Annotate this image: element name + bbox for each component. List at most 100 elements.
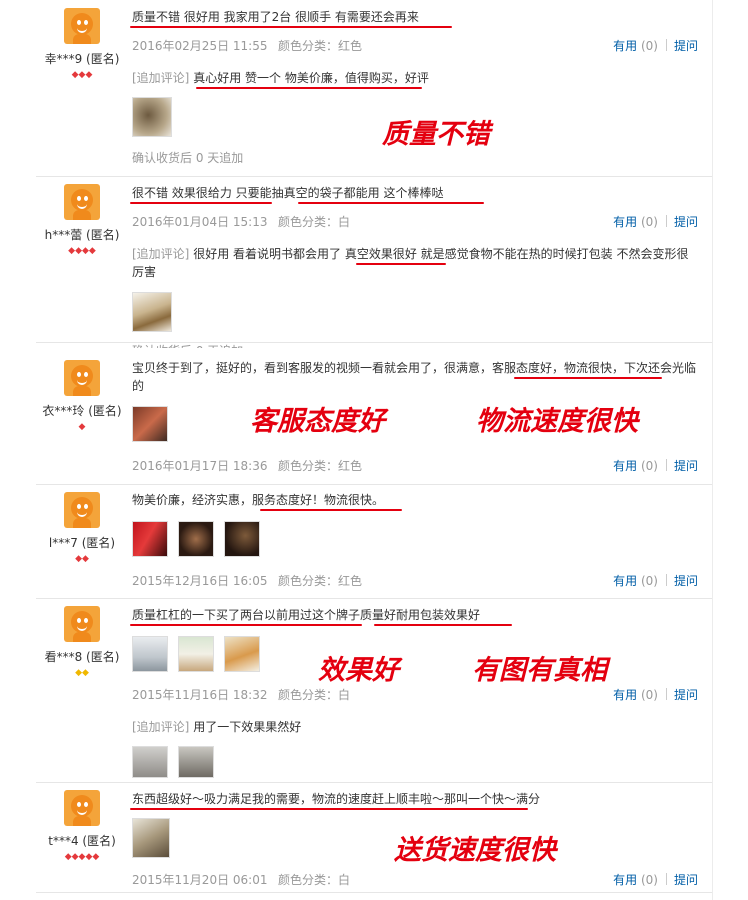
highlight-underline [260, 509, 402, 511]
avatar[interactable] [64, 8, 100, 44]
review-actions: 有用 (0) 提问 [613, 457, 698, 474]
annotation-label: 送货速度很快 [394, 835, 556, 866]
review-text: 很不错 效果很给力 只要能抽真空的袋子都能用 这个棒棒哒 [132, 186, 444, 200]
useful-button[interactable]: 有用 [613, 873, 637, 887]
color-variant: 颜色分类：红色 [278, 574, 363, 588]
review-meta: 2016年01月17日 18:36 颜色分类：红色 [132, 457, 362, 474]
useful-button[interactable]: 有用 [613, 574, 637, 588]
photo-list [132, 292, 182, 332]
highlight-underline [130, 808, 528, 810]
highlight-underline [356, 263, 446, 265]
append-label: [追加评论] [132, 71, 190, 85]
reply-button[interactable]: 提问 [674, 688, 698, 702]
photo-list [132, 97, 182, 137]
rank-icon: ◆◆ [75, 668, 89, 678]
useful-count: (0) [640, 215, 658, 229]
review-photo[interactable] [132, 521, 168, 557]
review-item: 看***8 (匿名) ◆◆ 质量杠杠的一下买了两台以前用过这个牌子质量好耐用包装… [36, 598, 712, 783]
review-photo[interactable] [178, 636, 214, 672]
photo-list [132, 746, 224, 778]
append-text: 真心好用 赞一个 物美价廉，值得购买，好评 [193, 71, 429, 85]
review-photo[interactable] [224, 636, 260, 672]
append-label: [追加评论] [132, 247, 190, 261]
review-date: 2016年01月17日 18:36 [132, 459, 268, 473]
color-variant: 颜色分类：白 [278, 215, 351, 229]
reviewer-info: t***4 (匿名) ◆◆◆◆◆ [36, 790, 128, 862]
review-date: 2016年02月25日 11:55 [132, 39, 268, 53]
reply-button[interactable]: 提问 [674, 574, 698, 588]
review-actions: 有用 (0) 提问 [613, 572, 698, 589]
color-variant: 颜色分类：白 [278, 873, 351, 887]
highlight-underline [374, 624, 512, 626]
review-item: l***7 (匿名) ◆◆ 物美价廉，经济实惠，服务态度好！物流很快。 2015… [36, 484, 712, 599]
highlight-underline [298, 202, 484, 204]
color-variant: 颜色分类：红色 [278, 39, 363, 53]
review-actions: 有用 (0) 提问 [613, 213, 698, 230]
highlight-underline [130, 26, 452, 28]
review-text: 质量杠杠的一下买了两台以前用过这个牌子质量好耐用包装效果好 [132, 608, 481, 622]
review-text: 质量不错 很好用 我家用了2台 很顺手 有需要还会再来 [132, 10, 419, 24]
photo-list [132, 636, 270, 672]
review-date: 2015年11月20日 06:01 [132, 873, 268, 887]
review-actions: 有用 (0) 提问 [613, 37, 698, 54]
review-item: h***蕾 (匿名) ◆◆◆◆ 很不错 效果很给力 只要能抽真空的袋子都能用 这… [36, 176, 712, 348]
reviewer-info: l***7 (匿名) ◆◆ [36, 492, 128, 564]
review-photo[interactable] [224, 521, 260, 557]
useful-button[interactable]: 有用 [613, 39, 637, 53]
avatar[interactable] [64, 492, 100, 528]
review-date: 2015年11月16日 18:32 [132, 688, 268, 702]
reply-button[interactable]: 提问 [674, 39, 698, 53]
append-label: [追加评论] [132, 720, 190, 734]
review-text: 物美价廉，经济实惠，服务态度好！物流很快。 [132, 493, 385, 507]
review-photo[interactable] [132, 636, 168, 672]
review-text: 东西超级好～吸力满足我的需要，物流的速度赶上顺丰啦～那叫一个快～满分 [132, 792, 541, 806]
review-photo[interactable] [132, 406, 168, 442]
highlight-underline [130, 624, 362, 626]
review-photo[interactable] [132, 746, 168, 778]
review-photo[interactable] [132, 97, 172, 137]
annotation-label: 物流速度很快 [476, 406, 638, 437]
rank-icon: ◆◆◆◆ [68, 246, 96, 256]
reviewer-name: h***蕾 (匿名) [44, 228, 120, 242]
review-actions: 有用 (0) 提问 [613, 871, 698, 888]
rank-icon: ◆ [78, 422, 86, 432]
avatar[interactable] [64, 184, 100, 220]
append-time: 确认收货后 0 天追加 [132, 151, 244, 165]
useful-button[interactable]: 有用 [613, 215, 637, 229]
reviewer-name: 幸***9 (匿名) [44, 52, 120, 66]
useful-count: (0) [640, 459, 658, 473]
reviewer-info: 衣***玲 (匿名) ◆ [36, 360, 128, 432]
highlight-underline [130, 202, 272, 204]
review-item: t***4 (匿名) ◆◆◆◆◆ 东西超级好～吸力满足我的需要，物流的速度赶上顺… [36, 782, 712, 893]
useful-count: (0) [640, 39, 658, 53]
review-photo[interactable] [178, 521, 214, 557]
review-meta: 2015年11月20日 06:01 颜色分类：白 [132, 871, 350, 888]
review-date: 2016年01月04日 15:13 [132, 215, 268, 229]
annotation-label: 客服态度好 [250, 406, 385, 437]
photo-list [132, 818, 180, 858]
avatar[interactable] [64, 606, 100, 642]
useful-count: (0) [640, 688, 658, 702]
review-meta: 2015年11月16日 18:32 颜色分类：白 [132, 686, 350, 703]
append-review: [追加评论] 用了一下效果果然好 [132, 718, 700, 736]
avatar[interactable] [64, 360, 100, 396]
review-meta: 2015年12月16日 16:05 颜色分类：红色 [132, 572, 362, 589]
useful-button[interactable]: 有用 [613, 459, 637, 473]
useful-button[interactable]: 有用 [613, 688, 637, 702]
highlight-underline [196, 87, 422, 89]
review-photo[interactable] [178, 746, 214, 778]
review-photo[interactable] [132, 818, 170, 858]
scrollbar-track[interactable] [712, 0, 713, 900]
annotation-label: 效果好 [318, 655, 399, 686]
reply-button[interactable]: 提问 [674, 459, 698, 473]
review-photo[interactable] [132, 292, 172, 332]
reply-button[interactable]: 提问 [674, 873, 698, 887]
reviewer-name: t***4 (匿名) [48, 834, 116, 848]
avatar[interactable] [64, 790, 100, 826]
reply-button[interactable]: 提问 [674, 215, 698, 229]
photo-list [132, 406, 178, 442]
color-variant: 颜色分类：红色 [278, 459, 363, 473]
review-actions: 有用 (0) 提问 [613, 686, 698, 703]
review-item: 衣***玲 (匿名) ◆ 宝贝终于到了，挺好的，看到客服发的视频一看就会用了，很… [36, 342, 712, 485]
highlight-underline [514, 377, 662, 379]
